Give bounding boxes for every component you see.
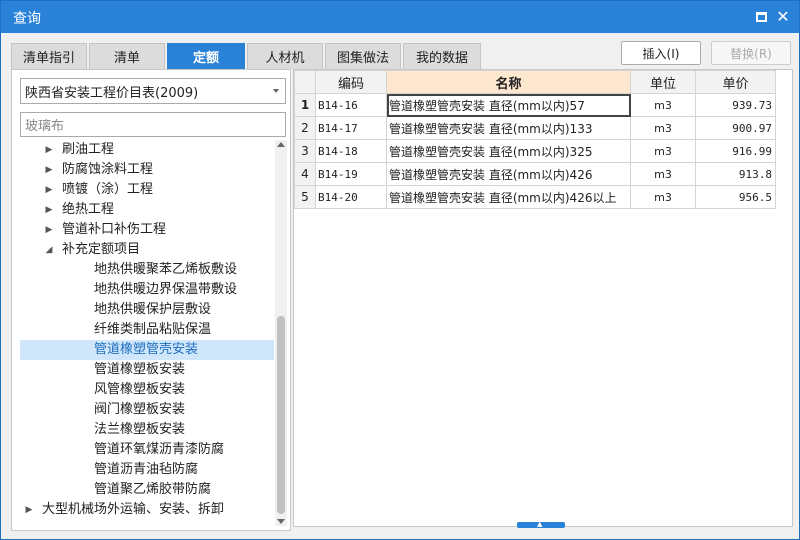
table-row[interactable]: 3 B14-18 管道橡塑管壳安装 直径(mm以内)325 m3 916.99 [294, 139, 776, 163]
row-number: 3 [294, 139, 316, 163]
caret-right-icon[interactable]: ▶ [44, 160, 54, 180]
tree-item-supplementary[interactable]: ◢ 补充定额项目 [20, 240, 274, 260]
scroll-up-icon[interactable] [277, 142, 285, 147]
tree-item-anticorrosion[interactable]: ▶ 防腐蚀涂料工程 [20, 160, 274, 180]
close-button[interactable]: ✕ [775, 9, 791, 25]
insert-button[interactable]: 插入(I) [621, 41, 701, 65]
caret-right-icon[interactable]: ▶ [24, 500, 34, 520]
tree-item-leaf[interactable]: 管道聚乙烯胶带防腐 [20, 480, 274, 500]
query-dialog: 查询 ✕ 清单指引 清单 定额 人材机 图集做法 我的数据 插入(I) 替换(R… [0, 0, 800, 540]
title-bar[interactable]: 查询 ✕ [1, 1, 799, 33]
tree-item-leaf[interactable]: 风管橡塑板安装 [20, 380, 274, 400]
header-code[interactable]: 编码 [315, 70, 387, 94]
tree-item-selected[interactable]: 管道橡塑管壳安装 [20, 340, 274, 360]
caret-down-icon[interactable]: ◢ [44, 240, 54, 260]
library-select-value: 陕西省安装工程价目表(2009) [25, 85, 199, 101]
scroll-thumb[interactable] [277, 316, 285, 514]
search-input[interactable]: 玻璃布 [20, 112, 286, 137]
cell-unit[interactable]: m3 [630, 162, 696, 186]
cell-code[interactable]: B14-17 [315, 116, 387, 140]
tab-bill[interactable]: 清单 [89, 43, 165, 69]
tree-item-leaf[interactable]: 阀门橡塑板安装 [20, 400, 274, 420]
collapse-handle[interactable]: ▲ [517, 520, 565, 528]
tree-item-leaf[interactable]: 管道沥青油毡防腐 [20, 460, 274, 480]
close-icon: ✕ [776, 7, 790, 26]
header-corner [294, 70, 316, 94]
cell-code[interactable]: B14-19 [315, 162, 387, 186]
header-price[interactable]: 单价 [695, 70, 776, 94]
quota-table: 编码 名称 单位 单价 1 B14-16 管道橡塑管壳安装 直径(mm以内)57… [294, 70, 776, 209]
maximize-button[interactable] [753, 9, 769, 25]
tree-item-leaf[interactable]: 地热供暖保护层敷设 [20, 300, 274, 320]
tree-item-pipe-repair[interactable]: ▶ 管道补口补伤工程 [20, 220, 274, 240]
row-number: 2 [294, 116, 316, 140]
tree-item-leaf[interactable]: 管道橡塑板安装 [20, 360, 274, 380]
cell-unit[interactable]: m3 [630, 93, 696, 117]
tab-bill-guide[interactable]: 清单指引 [11, 43, 87, 69]
tab-labor-material-machine[interactable]: 人材机 [247, 43, 323, 69]
cell-name[interactable]: 管道橡塑管壳安装 直径(mm以内)325 [386, 139, 631, 163]
tree-item-leaf[interactable]: 地热供暖边界保温带敷设 [20, 280, 274, 300]
cell-name[interactable]: 管道橡塑管壳安装 直径(mm以内)426 [386, 162, 631, 186]
cell-price[interactable]: 916.99 [695, 139, 776, 163]
table-row[interactable]: 2 B14-17 管道橡塑管壳安装 直径(mm以内)133 m3 900.97 [294, 116, 776, 140]
replace-button[interactable]: 替换(R) [711, 41, 791, 65]
row-number: 5 [294, 185, 316, 209]
quota-grid-panel: 编码 名称 单位 单价 1 B14-16 管道橡塑管壳安装 直径(mm以内)57… [293, 69, 793, 527]
cell-unit[interactable]: m3 [630, 139, 696, 163]
chevron-up-icon: ▲ [537, 520, 543, 528]
row-number: 1 [294, 93, 316, 117]
tree-item-spray[interactable]: ▶ 喷镀（涂）工程 [20, 180, 274, 200]
library-select[interactable]: 陕西省安装工程价目表(2009) [20, 78, 286, 104]
header-name[interactable]: 名称 [386, 70, 631, 94]
cell-name[interactable]: 管道橡塑管壳安装 直径(mm以内)426以上 [386, 185, 631, 209]
cell-price[interactable]: 956.5 [695, 185, 776, 209]
tree-item-painting[interactable]: ▶ 刷油工程 [20, 140, 274, 160]
caret-right-icon[interactable]: ▶ [44, 180, 54, 200]
tab-bar: 清单指引 清单 定额 人材机 图集做法 我的数据 [11, 43, 483, 69]
table-row[interactable]: 4 B14-19 管道橡塑管壳安装 直径(mm以内)426 m3 913.8 [294, 162, 776, 186]
tree-scrollbar[interactable] [275, 140, 287, 526]
category-tree: ▶ 刷油工程 ▶ 防腐蚀涂料工程 ▶ 喷镀（涂）工程 ▶ 绝热工程 ▶ 管道补口补伤工程 … [20, 140, 274, 526]
left-panel: 陕西省安装工程价目表(2009) 玻璃布 ▶ 刷油工程 ▶ 防腐蚀涂料工程 ▶ 喷镀（… [11, 69, 291, 531]
cell-price[interactable]: 900.97 [695, 116, 776, 140]
cell-name[interactable]: 管道橡塑管壳安装 直径(mm以内)133 [386, 116, 631, 140]
cell-code[interactable]: B14-18 [315, 139, 387, 163]
caret-right-icon[interactable]: ▶ [44, 200, 54, 220]
header-unit[interactable]: 单位 [630, 70, 696, 94]
table-row[interactable]: 1 B14-16 管道橡塑管壳安装 直径(mm以内)57 m3 939.73 [294, 93, 776, 117]
cell-price[interactable]: 939.73 [695, 93, 776, 117]
row-number: 4 [294, 162, 316, 186]
chevron-down-icon [273, 89, 279, 93]
tree-item-leaf[interactable]: 地热供暖聚苯乙烯板敷设 [20, 260, 274, 280]
maximize-icon [755, 12, 767, 22]
table-header: 编码 名称 单位 单价 [294, 70, 776, 94]
tab-quota[interactable]: 定额 [167, 43, 245, 69]
table-row[interactable]: 5 B14-20 管道橡塑管壳安装 直径(mm以内)426以上 m3 956.5 [294, 185, 776, 209]
window-title: 查询 [13, 11, 41, 27]
cell-unit[interactable]: m3 [630, 116, 696, 140]
tab-my-data[interactable]: 我的数据 [403, 43, 481, 69]
cell-unit[interactable]: m3 [630, 185, 696, 209]
tree-item-leaf[interactable]: 法兰橡塑板安装 [20, 420, 274, 440]
tab-atlas-method[interactable]: 图集做法 [325, 43, 401, 69]
tree-item-leaf[interactable]: 纤维类制品粘贴保温 [20, 320, 274, 340]
cell-name[interactable]: 管道橡塑管壳安装 直径(mm以内)57 [386, 93, 631, 117]
scroll-down-icon[interactable] [277, 519, 285, 524]
tree-item-insulation[interactable]: ▶ 绝热工程 [20, 200, 274, 220]
cell-price[interactable]: 913.8 [695, 162, 776, 186]
tree-item-machinery[interactable]: ▶ 大型机械场外运输、安装、拆卸 [20, 500, 274, 520]
cell-code[interactable]: B14-20 [315, 185, 387, 209]
caret-right-icon[interactable]: ▶ [44, 220, 54, 240]
cell-code[interactable]: B14-16 [315, 93, 387, 117]
caret-right-icon[interactable]: ▶ [44, 140, 54, 160]
tree-item-leaf[interactable]: 管道环氧煤沥青漆防腐 [20, 440, 274, 460]
